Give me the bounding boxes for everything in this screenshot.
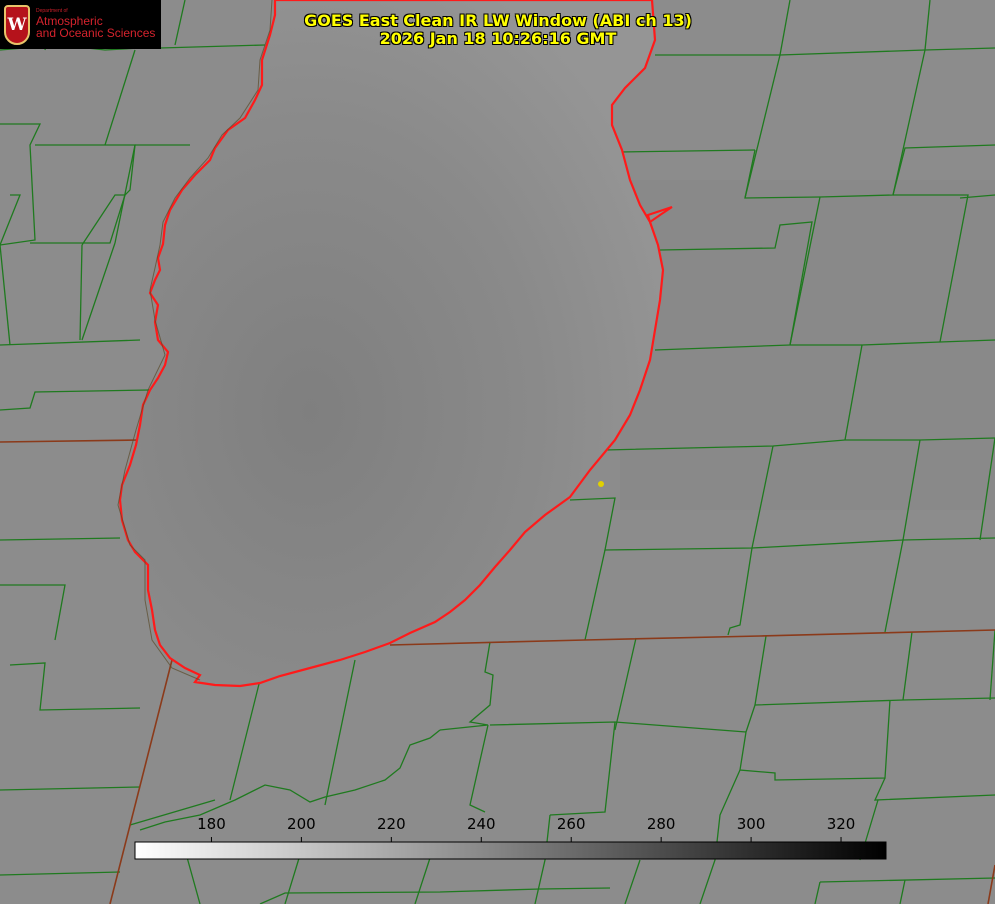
image-title: GOES East Clean IR LW Window (ABI ch 13)… [300,12,696,48]
colorbar-tick-label: 300 [736,815,766,833]
logo-line2: and Oceanic Sciences [36,26,156,41]
colorbar-tick-label: 180 [197,815,226,833]
colorbar-tick-label: 240 [466,815,496,833]
title-line1: GOES East Clean IR LW Window (ABI ch 13) [304,11,692,30]
colorbar-tick-label: 220 [377,815,406,833]
colorbar-tick-label: 280 [646,815,676,833]
colorbar-tick-label: 260 [556,815,586,833]
colorbar-tick-label: 320 [826,815,856,833]
satellite-map [0,0,995,904]
colorbar-tick-label: 200 [287,815,316,833]
aos-logo: W Department of Atmospheric and Oceanic … [0,0,161,49]
title-line2: 2026 Jan 18 10:26:16 GMT [379,29,617,48]
crest-icon: W [4,4,30,45]
colorbar-gradient [134,841,887,860]
location-marker [598,481,604,487]
